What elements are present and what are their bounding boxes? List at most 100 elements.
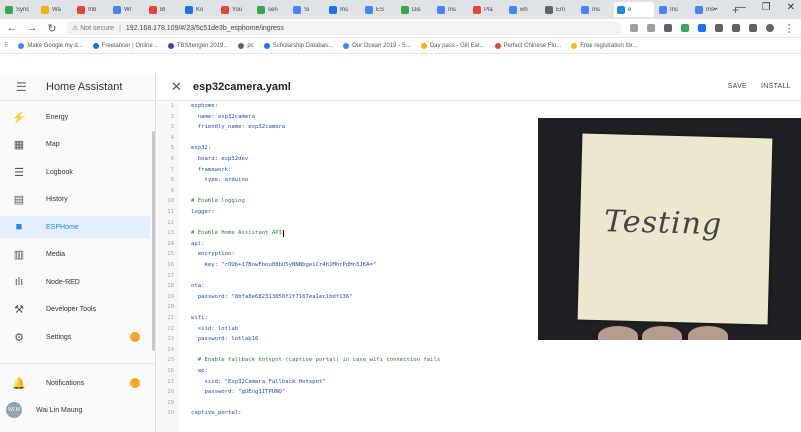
- line-number: 22: [167, 325, 174, 332]
- extension-icon[interactable]: [732, 24, 740, 32]
- close-icon[interactable]: ✕: [171, 79, 183, 95]
- history-icon: ▤: [13, 194, 25, 206]
- browser-menu-icon[interactable]: ⋮: [783, 22, 795, 35]
- favicon-icon: [257, 5, 265, 14]
- reload-icon[interactable]: ↻: [46, 22, 58, 35]
- bookmark-label: Day pass - Gill Ear...: [429, 42, 485, 49]
- browser-tab[interactable]: Bl: [146, 2, 180, 17]
- line-number: 15: [167, 251, 174, 258]
- profile-icon[interactable]: [766, 24, 774, 32]
- tab-label: ES: [376, 6, 385, 13]
- close-window-icon[interactable]: ✕: [787, 2, 795, 13]
- browser-tab[interactable]: Em: [542, 2, 576, 17]
- code-line: 17: [157, 273, 191, 281]
- code-line: 23 password: lotlab16: [157, 336, 258, 344]
- sidebar-item-developer-tools[interactable]: ⚒ Developer Tools: [0, 299, 150, 321]
- extension-icon[interactable]: [715, 24, 723, 32]
- share-icon[interactable]: [630, 24, 638, 32]
- not-secure-indicator[interactable]: ⚠ Not secure: [72, 24, 114, 32]
- favicon-icon: [365, 5, 373, 14]
- bookmark-item[interactable]: Day pass - Gill Ear...: [420, 42, 485, 49]
- bookmark-item[interactable]: Perfect Chinese Flo...: [494, 42, 561, 49]
- sidebar-item-energy[interactable]: ⚡ Energy: [0, 106, 150, 128]
- code-line: 8 type: arduino: [157, 177, 249, 185]
- line-number: 9: [170, 187, 174, 194]
- extension-icon[interactable]: [681, 24, 689, 32]
- favicon-icon: [437, 5, 445, 14]
- star-icon[interactable]: [647, 24, 655, 32]
- browser-tab[interactable]: Wa: [38, 2, 72, 17]
- line-number: 16: [167, 262, 174, 268]
- sidebar-item-notifications[interactable]: 🔔 Notifications: [0, 372, 150, 394]
- line-number: 3: [170, 124, 174, 131]
- browser-tab[interactable]: Ins: [326, 2, 360, 17]
- tab-search-icon[interactable]: ⌄: [711, 2, 719, 13]
- tab-label: Ins: [670, 6, 679, 13]
- sidebar-title: Home Assistant: [46, 80, 123, 93]
- media-icon: ▥: [13, 249, 25, 261]
- browser-tab[interactable]: Ins: [434, 2, 468, 17]
- browser-tab[interactable]: Sync: [2, 2, 36, 17]
- restore-icon[interactable]: ❐: [762, 2, 771, 13]
- node-red-icon: ılı: [14, 276, 24, 288]
- sidebar-item-history[interactable]: ▤ History: [0, 189, 150, 211]
- line-number: 12: [167, 219, 174, 226]
- browser-tab[interactable]: Dis: [398, 2, 432, 17]
- browser-tab[interactable]: Ins: [578, 2, 612, 17]
- code-line: 11 logger:: [157, 209, 214, 217]
- sidebar-item-node-red[interactable]: ılı Node-RED: [0, 271, 150, 293]
- sidepanel-icon[interactable]: [749, 24, 757, 32]
- sidebar-item-media[interactable]: ▥ Media: [0, 244, 150, 266]
- browser-tab[interactable]: Si: [290, 2, 324, 17]
- sidebar-scrollbar[interactable]: [152, 131, 155, 351]
- browser-tab[interactable]: sen: [254, 2, 288, 17]
- extension-icon[interactable]: [698, 24, 706, 32]
- bookmark-item[interactable]: TBS/tengen 2019...: [167, 42, 228, 49]
- browser-tab[interactable]: Ins: [656, 2, 690, 17]
- code-line: 22 ssid: lotlab: [157, 326, 238, 334]
- code-line: 24: [157, 347, 191, 355]
- code-text: encryption:: [191, 251, 235, 258]
- favicon-icon: [149, 5, 157, 14]
- forward-icon[interactable]: →: [26, 22, 38, 34]
- favicon-icon: [5, 5, 13, 14]
- browser-tab[interactable]: You: [218, 2, 252, 17]
- bookmark-item[interactable]: Make Google my d...: [18, 42, 83, 49]
- sidebar-item-logbook[interactable]: ☰ Logbook: [0, 161, 150, 183]
- browser-tab[interactable]: e: [614, 2, 654, 17]
- browser-tab[interactable]: Inb: [74, 2, 108, 17]
- code-line: 29: [157, 400, 191, 408]
- sidebar-item-label: Node-RED: [46, 278, 80, 286]
- line-number: 23: [167, 336, 174, 343]
- save-button[interactable]: SAVE: [728, 83, 747, 90]
- line-number: 1: [170, 103, 174, 109]
- sidebar-item-profile[interactable]: WLM Wai Lin Maung: [0, 399, 150, 421]
- bookmark-item[interactable]: Our Ocean 2019 - S...: [343, 42, 411, 49]
- favicon-icon: [293, 5, 301, 14]
- browser-tab[interactable]: Ko: [182, 2, 216, 17]
- apps-icon[interactable]: ⠿: [4, 42, 8, 49]
- line-number: 6: [170, 156, 174, 162]
- extension-icon[interactable]: [664, 24, 672, 32]
- bookmark-item[interactable]: Free registration for...: [571, 42, 637, 49]
- bookmark-item[interactable]: pc: [238, 42, 254, 49]
- browser-tab[interactable]: wh: [506, 2, 540, 17]
- sidebar-item-esphome[interactable]: ■ ESPHome: [0, 216, 150, 238]
- sidebar-item-settings[interactable]: ⚙ Settings: [0, 326, 150, 348]
- bookmark-item[interactable]: Scholarship Databas...: [263, 42, 333, 49]
- favicon-icon: [617, 5, 625, 14]
- address-bar[interactable]: ⚠ Not secure | 192.168.178.109/#/23/5c51…: [66, 21, 622, 35]
- sidebar-item-map[interactable]: ▦ Map: [0, 134, 150, 156]
- browser-tab[interactable]: Wr: [110, 2, 144, 17]
- note-text: Testing: [603, 204, 723, 243]
- bookmark-item[interactable]: Freelancer | Online...: [92, 42, 158, 49]
- browser-tab[interactable]: Pla: [470, 2, 504, 17]
- bookmark-favicon-icon: [263, 42, 270, 49]
- menu-icon[interactable]: ☰: [16, 80, 36, 94]
- back-icon[interactable]: ←: [6, 22, 18, 34]
- install-button[interactable]: INSTALL: [761, 83, 791, 90]
- minimize-icon[interactable]: —: [736, 2, 746, 13]
- browser-tab[interactable]: ES: [362, 2, 396, 17]
- code-line: 10 # Enable logging: [157, 198, 245, 206]
- code-line: 15 encryption:: [157, 251, 235, 259]
